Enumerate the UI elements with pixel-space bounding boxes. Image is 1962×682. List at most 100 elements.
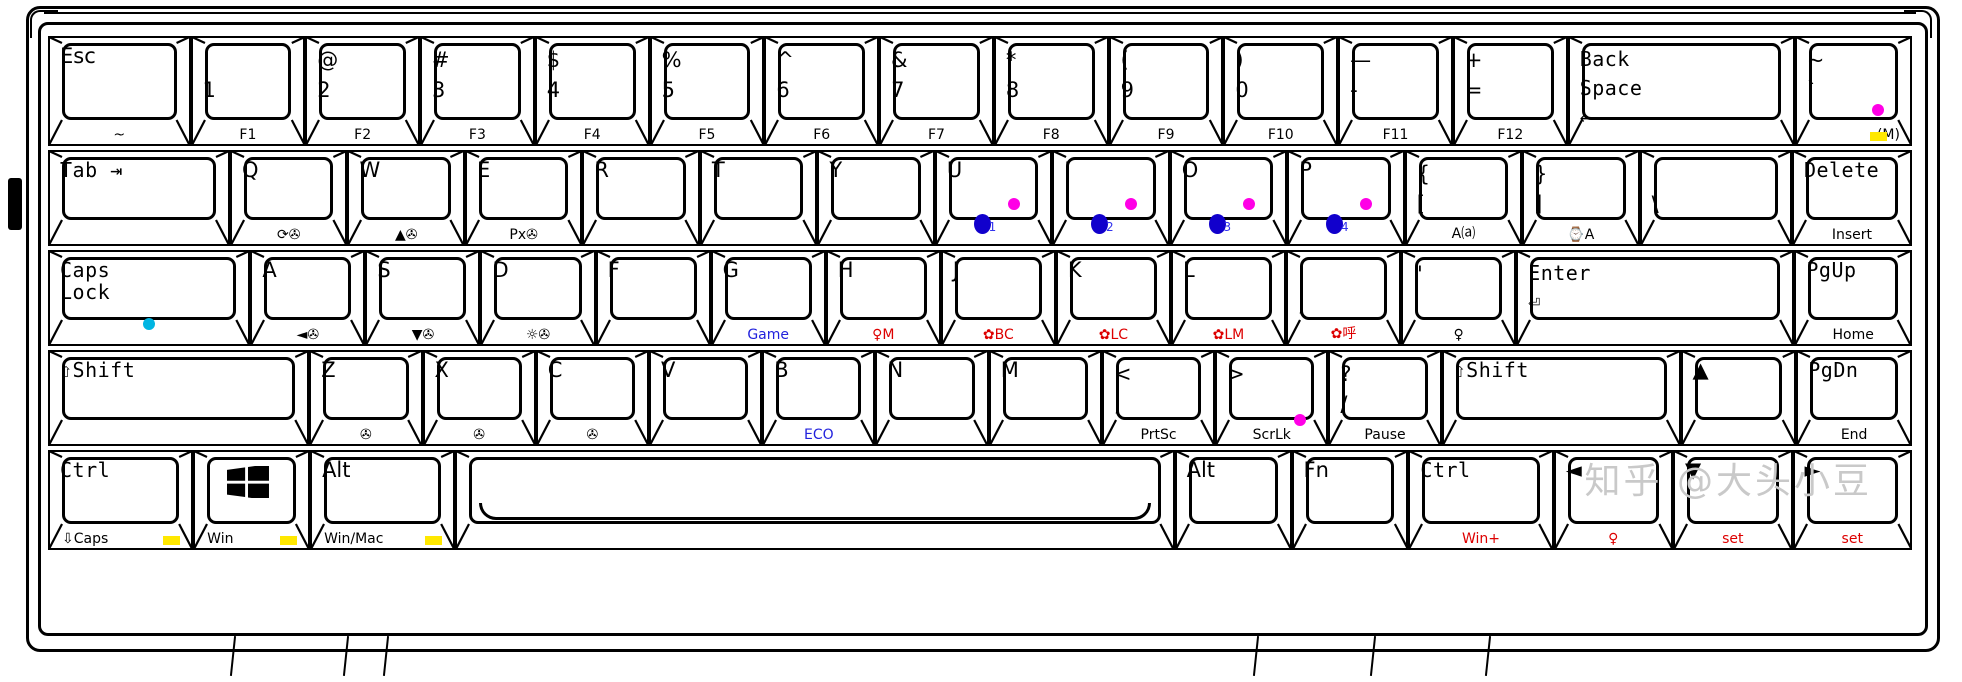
- key-a[interactable]: A ◄✇: [250, 250, 366, 346]
- key-:[interactable]: : ; ✿呼: [1286, 250, 1402, 346]
- yellow-tag: [1869, 132, 1887, 141]
- key-legend: Back Space ←: [1579, 47, 1643, 129]
- key-sub-legend: F9: [1157, 127, 1175, 143]
- key-h[interactable]: H ♀M: [825, 250, 941, 346]
- blue-indicator-number: 4: [1340, 220, 1349, 234]
- key-legend: ▲: [1692, 358, 1709, 382]
- key-fn[interactable]: Fn: [1291, 450, 1409, 550]
- key-legend: I: [1064, 158, 1071, 182]
- key-pgup[interactable]: PgUp Home: [1794, 250, 1912, 346]
- key-k[interactable]: K ✿LC: [1055, 250, 1171, 346]
- key-i[interactable]: I2: [1052, 150, 1170, 246]
- key-esc[interactable]: Esc ~: [48, 36, 191, 146]
- key-}[interactable]: } ] ⌚A: [1522, 150, 1640, 246]
- key-sub-legend: Pause: [1364, 427, 1406, 443]
- key->[interactable]: > . ScrLk: [1215, 350, 1329, 446]
- key-l[interactable]: L ✿LM: [1170, 250, 1286, 346]
- key-v[interactable]: V: [649, 350, 763, 446]
- key-sub-legend: F8: [1042, 127, 1060, 143]
- key-{[interactable]: { [A⒜: [1404, 150, 1523, 246]
- key-)[interactable]: ) 0 F10: [1223, 36, 1339, 146]
- key-legend: Delete: [1803, 158, 1880, 182]
- key-alt[interactable]: Alt: [1174, 450, 1292, 550]
- key-d[interactable]: D ☼✇: [480, 250, 596, 346]
- key-t[interactable]: T: [699, 150, 818, 246]
- key-legend: ? /: [1340, 362, 1352, 417]
- key-%[interactable]: % 5 F5: [649, 36, 765, 146]
- key-![interactable]: ! 1 F1: [190, 36, 306, 146]
- key-s[interactable]: S ▼✇: [365, 250, 481, 346]
- key-legend: ( 9: [1120, 48, 1134, 103]
- key-m[interactable]: M: [988, 350, 1102, 446]
- key-j[interactable]: J ✿BC: [940, 250, 1056, 346]
- key-e[interactable]: E Px✇: [464, 150, 583, 246]
- key-n[interactable]: N: [875, 350, 989, 446]
- key-⇧shift[interactable]: ⇧Shift: [48, 350, 310, 446]
- key-&[interactable]: & 7 F7: [879, 36, 994, 146]
- key-—[interactable]: — - F11: [1338, 36, 1453, 146]
- key-y[interactable]: Y: [817, 150, 935, 246]
- key-sub-legend: F11: [1382, 127, 1409, 143]
- key-u[interactable]: U1: [934, 150, 1053, 246]
- key-?[interactable]: ? / Pause: [1328, 350, 1442, 446]
- key-legend: V: [661, 358, 676, 382]
- key-legend: U: [946, 158, 963, 182]
- key-"[interactable]: " ' ♀: [1401, 250, 1517, 346]
- key-legend: & 7: [891, 48, 908, 103]
- key-ctrl[interactable]: Ctrl ⇩Caps: [48, 450, 194, 550]
- key-+[interactable]: + = F12: [1452, 36, 1568, 146]
- key-ctrl[interactable]: Ctrl Win+: [1408, 450, 1554, 550]
- key-▲[interactable]: ▲: [1680, 350, 1797, 446]
- key-tab-⇥[interactable]: Tab ⇥: [48, 150, 230, 246]
- key-⇧shift[interactable]: ⇧Shift: [1441, 350, 1681, 446]
- key-r[interactable]: R: [582, 150, 700, 246]
- key-<[interactable]: < , PrtSc: [1101, 350, 1216, 446]
- key-x[interactable]: X ✇: [422, 350, 536, 446]
- magenta-indicator-dot: [1872, 104, 1885, 116]
- key-~[interactable]: ~ ` (M): [1794, 36, 1912, 146]
- key-win[interactable]: Win: [193, 450, 311, 550]
- caps-row: Caps Lock A ◄✇ S ▼✇ D ☼✇ F G Game H ♀M J…: [48, 250, 1912, 346]
- key-q[interactable]: Q ⟳✇: [230, 150, 348, 246]
- key-z[interactable]: Z ✇: [309, 350, 423, 446]
- key-sub-legend: (M): [1876, 127, 1900, 143]
- key-sub-legend: ScrLk: [1252, 427, 1291, 443]
- key-^[interactable]: ^ 6 F6: [764, 36, 880, 146]
- key-sub-legend: F3: [468, 127, 486, 143]
- key-b[interactable]: B ECO: [762, 350, 876, 446]
- key-#[interactable]: # 3 F3: [420, 36, 535, 146]
- key-([interactable]: ( 9 F9: [1108, 36, 1224, 146]
- blue-indicator-number: 2: [1106, 220, 1114, 234]
- key-c[interactable]: C ✇: [535, 350, 649, 446]
- key-caps-lock[interactable]: Caps Lock: [48, 250, 251, 346]
- key-legend: > .: [1227, 362, 1245, 417]
- key-w[interactable]: W ▲✇: [347, 150, 465, 246]
- key-legend: } ]: [1534, 162, 1548, 217]
- key-legend: W: [359, 158, 381, 182]
- key-alt[interactable]: Alt Win/Mac: [310, 450, 456, 550]
- key-enter[interactable]: Enter ⏎: [1516, 250, 1795, 346]
- key-*[interactable]: * 8 F8: [993, 36, 1109, 146]
- key-legend: — -: [1350, 48, 1372, 103]
- key-legend: ^ 6: [776, 48, 794, 103]
- key-|[interactable]: | \: [1639, 150, 1792, 246]
- key-p[interactable]: P4: [1287, 150, 1405, 246]
- key-key[interactable]: [455, 450, 1175, 550]
- key-sub-legend: ~: [113, 127, 126, 143]
- key-legend: X: [434, 358, 449, 382]
- key-$[interactable]: $ 4 F4: [534, 36, 650, 146]
- key-o[interactable]: O3: [1169, 150, 1288, 246]
- key-sub-legend: ✇: [586, 427, 599, 443]
- key-legend: P: [1299, 158, 1312, 182]
- key-back-space[interactable]: Back Space ←: [1567, 36, 1795, 146]
- key-delete[interactable]: Delete Insert: [1791, 150, 1912, 246]
- key-f[interactable]: F: [595, 250, 711, 346]
- blue-indicator-number: 1: [988, 220, 997, 234]
- key-legend: PgUp: [1806, 258, 1857, 282]
- key-pgdn[interactable]: PgDn End: [1796, 350, 1912, 446]
- key-g[interactable]: G Game: [710, 250, 826, 346]
- magenta-indicator-dot: [1360, 198, 1373, 210]
- case-corner-top-right: [1904, 10, 1932, 38]
- key-@[interactable]: @ 2 F2: [305, 36, 421, 146]
- key-sub-legend: set: [1722, 531, 1744, 547]
